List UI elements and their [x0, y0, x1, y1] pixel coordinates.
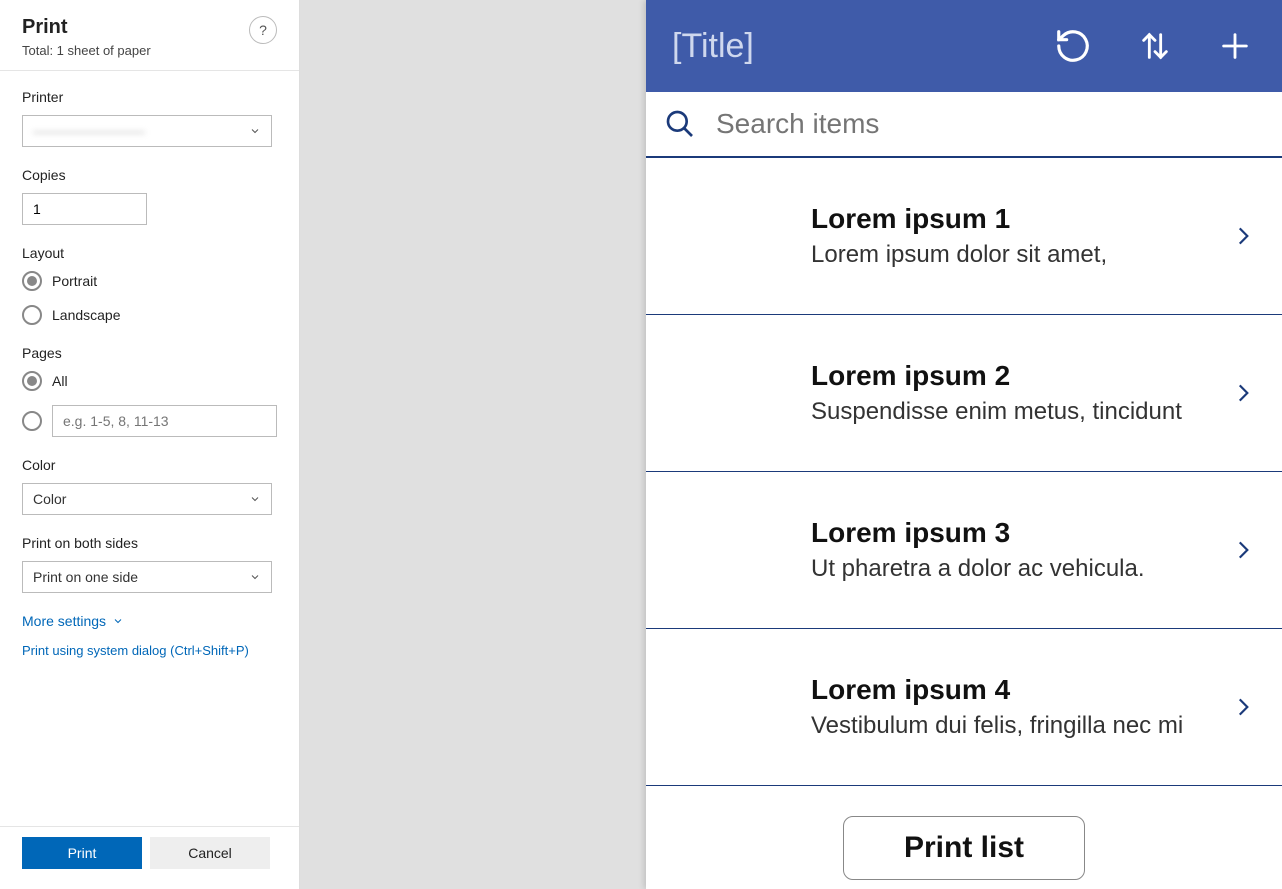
app-title: [Title] — [672, 27, 754, 66]
chevron-right-icon — [1230, 687, 1256, 727]
print-subtitle: Total: 1 sheet of paper — [22, 43, 151, 58]
chevron-right-icon — [1230, 216, 1256, 256]
print-list-button[interactable]: Print list — [843, 816, 1085, 880]
duplex-label: Print on both sides — [22, 535, 277, 551]
layout-label: Layout — [22, 245, 277, 261]
list-item[interactable]: Lorem ipsum 4 Vestibulum dui felis, frin… — [646, 629, 1282, 786]
list-item-title: Lorem ipsum 1 — [811, 203, 1107, 235]
chevron-right-icon — [1230, 373, 1256, 413]
print-settings-panel: Print Total: 1 sheet of paper ? Printer … — [0, 0, 300, 889]
cancel-button[interactable]: Cancel — [150, 837, 270, 869]
search-input[interactable] — [716, 108, 1264, 140]
layout-portrait-label: Portrait — [52, 273, 97, 289]
more-settings-link[interactable]: More settings — [22, 613, 277, 629]
list-item[interactable]: Lorem ipsum 1 Lorem ipsum dolor sit amet… — [646, 158, 1282, 315]
chevron-down-icon — [112, 615, 124, 627]
sort-icon[interactable] — [1138, 26, 1172, 66]
list-item-subtitle: Ut pharetra a dolor ac vehicula. — [811, 555, 1145, 583]
color-value: Color — [33, 491, 66, 507]
preview-page: [Title] — [646, 0, 1282, 889]
list-item-title: Lorem ipsum 4 — [811, 674, 1183, 706]
chevron-down-icon — [249, 571, 261, 583]
print-preview-area: [Title] — [300, 0, 1282, 889]
list-item-subtitle: Lorem ipsum dolor sit amet, — [811, 241, 1107, 269]
pages-all-radio[interactable] — [22, 371, 42, 391]
app-header: [Title] — [646, 0, 1282, 92]
search-row[interactable] — [646, 92, 1282, 158]
duplex-select[interactable]: Print on one side — [22, 561, 272, 593]
printer-label: Printer — [22, 89, 277, 105]
chevron-down-icon — [249, 493, 261, 505]
copies-input[interactable] — [22, 193, 147, 225]
layout-landscape-label: Landscape — [52, 307, 121, 323]
add-icon[interactable] — [1218, 26, 1252, 66]
system-dialog-link[interactable]: Print using system dialog (Ctrl+Shift+P) — [22, 643, 277, 658]
layout-portrait-radio[interactable] — [22, 271, 42, 291]
print-title: Print — [22, 16, 151, 39]
refresh-icon[interactable] — [1054, 26, 1092, 66]
list-item[interactable]: Lorem ipsum 2 Suspendisse enim metus, ti… — [646, 315, 1282, 472]
pages-custom-radio[interactable] — [22, 411, 42, 431]
chevron-down-icon — [249, 125, 261, 137]
pages-label: Pages — [22, 345, 277, 361]
list-item-title: Lorem ipsum 3 — [811, 517, 1145, 549]
list-item-subtitle: Suspendisse enim metus, tincidunt — [811, 398, 1182, 426]
help-button[interactable]: ? — [249, 16, 277, 44]
duplex-value: Print on one side — [33, 569, 138, 585]
help-icon: ? — [259, 22, 267, 38]
pages-all-label: All — [52, 373, 68, 389]
color-label: Color — [22, 457, 277, 473]
list-item[interactable]: Lorem ipsum 3 Ut pharetra a dolor ac veh… — [646, 472, 1282, 629]
layout-landscape-radio[interactable] — [22, 305, 42, 325]
chevron-right-icon — [1230, 530, 1256, 570]
printer-value: ———————— — [33, 123, 145, 139]
search-icon — [664, 108, 696, 140]
color-select[interactable]: Color — [22, 483, 272, 515]
pages-custom-input[interactable] — [52, 405, 277, 437]
print-button[interactable]: Print — [22, 837, 142, 869]
list-item-title: Lorem ipsum 2 — [811, 360, 1182, 392]
printer-select[interactable]: ———————— — [22, 115, 272, 147]
list-item-subtitle: Vestibulum dui felis, fringilla nec mi — [811, 712, 1183, 740]
copies-label: Copies — [22, 167, 277, 183]
more-settings-label: More settings — [22, 613, 106, 629]
